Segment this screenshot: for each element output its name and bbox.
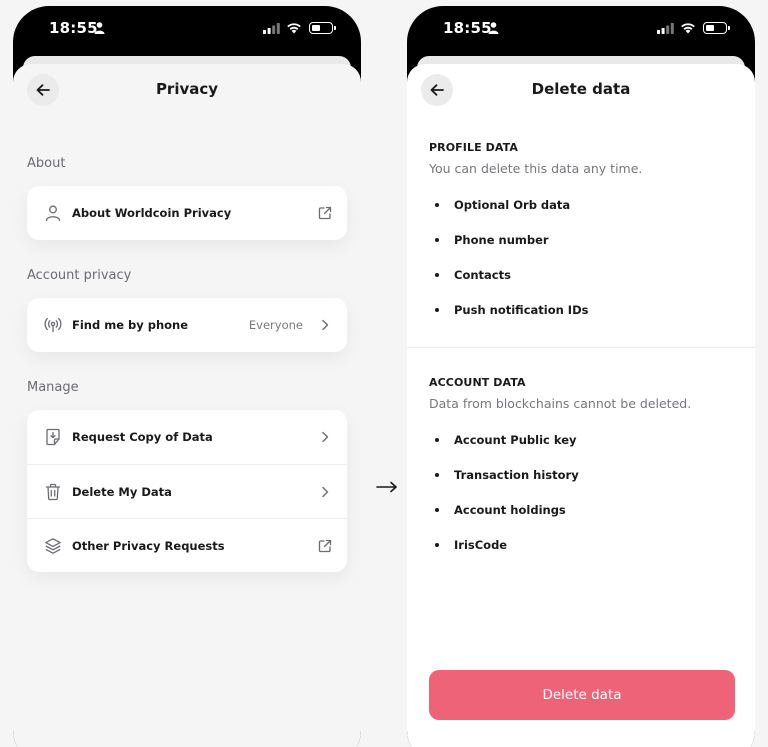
list-item: Push notification IDs [435,303,588,317]
other-privacy-requests-label: Other Privacy Requests [72,538,225,553]
bullet-icon [435,238,439,242]
bullet-icon [435,473,439,477]
list-item: Phone number [435,233,549,247]
chevron-right-icon [317,484,333,500]
battery-icon [703,22,730,34]
status-time: 18:55 [49,19,98,37]
list-item: Contacts [435,268,511,282]
list-item-label: Push notification IDs [454,303,589,317]
bullet-icon [435,543,439,547]
external-link-icon [317,538,333,554]
privacy-screen: Privacy About About Worldcoin Privacy Ac… [13,64,361,747]
list-item-label: Optional Orb data [454,198,571,212]
other-privacy-requests-item[interactable]: Other Privacy Requests [27,518,347,572]
signal-icon [657,23,674,34]
account-privacy-card: Find me by phone Everyone [27,298,347,352]
document-download-icon [43,427,63,447]
status-bar: 18:55 [13,6,361,56]
arrow-right-icon [376,481,397,493]
profile-data-heading: PROFILE DATA [429,141,518,154]
page-title: Privacy [155,80,219,98]
find-me-by-phone-item[interactable]: Find me by phone Everyone [27,298,347,352]
list-item: Account Public key [435,433,577,447]
list-item: Transaction history [435,468,579,482]
about-worldcoin-privacy-item[interactable]: About Worldcoin Privacy [27,186,347,240]
status-time: 18:55 [443,19,492,37]
profile-data-subtitle: You can delete this data any time. [429,161,643,176]
chevron-right-icon [317,429,333,445]
about-worldcoin-privacy-label: About Worldcoin Privacy [72,206,232,220]
list-item-label: Contacts [454,268,511,282]
request-copy-of-data-label: Request Copy of Data [72,430,213,444]
section-label-account-privacy: Account privacy [27,268,132,283]
about-card: About Worldcoin Privacy [27,186,347,240]
find-me-by-phone-label: Find me by phone [72,318,189,332]
list-item-label: Account Public key [454,433,577,447]
chevron-right-icon [317,317,333,333]
wifi-icon [287,23,301,34]
list-item: IrisCode [435,538,507,552]
person-status-icon [488,22,499,34]
account-data-heading: ACCOUNT DATA [429,376,526,389]
battery-icon [309,22,336,34]
bullet-icon [435,438,439,442]
privacy-phone-frame: 18:55 Privacy About About Worldcoin Priv… [13,6,361,747]
delete-my-data-label: Delete My Data [72,484,172,499]
bullet-icon [435,203,439,207]
section-label-about: About [27,156,66,171]
section-label-manage: Manage [27,380,79,395]
trash-icon [43,482,63,502]
page-title: Delete data [531,80,631,98]
status-bar: 18:55 [407,6,755,56]
delete-data-button[interactable]: Delete data [429,670,735,720]
list-item-label: Account holdings [454,503,566,517]
manage-card: Request Copy of Data Delete My Data Othe [27,410,347,572]
bullet-icon [435,273,439,277]
bullet-icon [435,508,439,512]
person-icon [43,203,63,223]
delete-my-data-item[interactable]: Delete My Data [27,464,347,518]
broadcast-icon [43,315,63,335]
list-item-label: Phone number [454,233,549,247]
list-item: Optional Orb data [435,198,570,212]
layers-icon [43,536,63,556]
account-data-subtitle: Data from blockchains cannot be deleted. [429,396,692,411]
delete-data-screen: Delete data PROFILE DATA You can delete … [407,64,755,747]
section-divider [407,347,755,348]
signal-icon [263,23,280,34]
wifi-icon [681,23,695,34]
person-status-icon [94,22,105,34]
request-copy-of-data-item[interactable]: Request Copy of Data [27,410,347,464]
list-item-label: Transaction history [454,468,579,482]
list-item-label: IrisCode [454,538,508,552]
list-item: Account holdings [435,503,566,517]
bullet-icon [435,308,439,312]
external-link-icon [317,205,333,221]
find-me-by-phone-value: Everyone [248,318,303,332]
delete-data-phone-frame: 18:55 Delete data PROFILE DATA You can d… [407,6,755,747]
